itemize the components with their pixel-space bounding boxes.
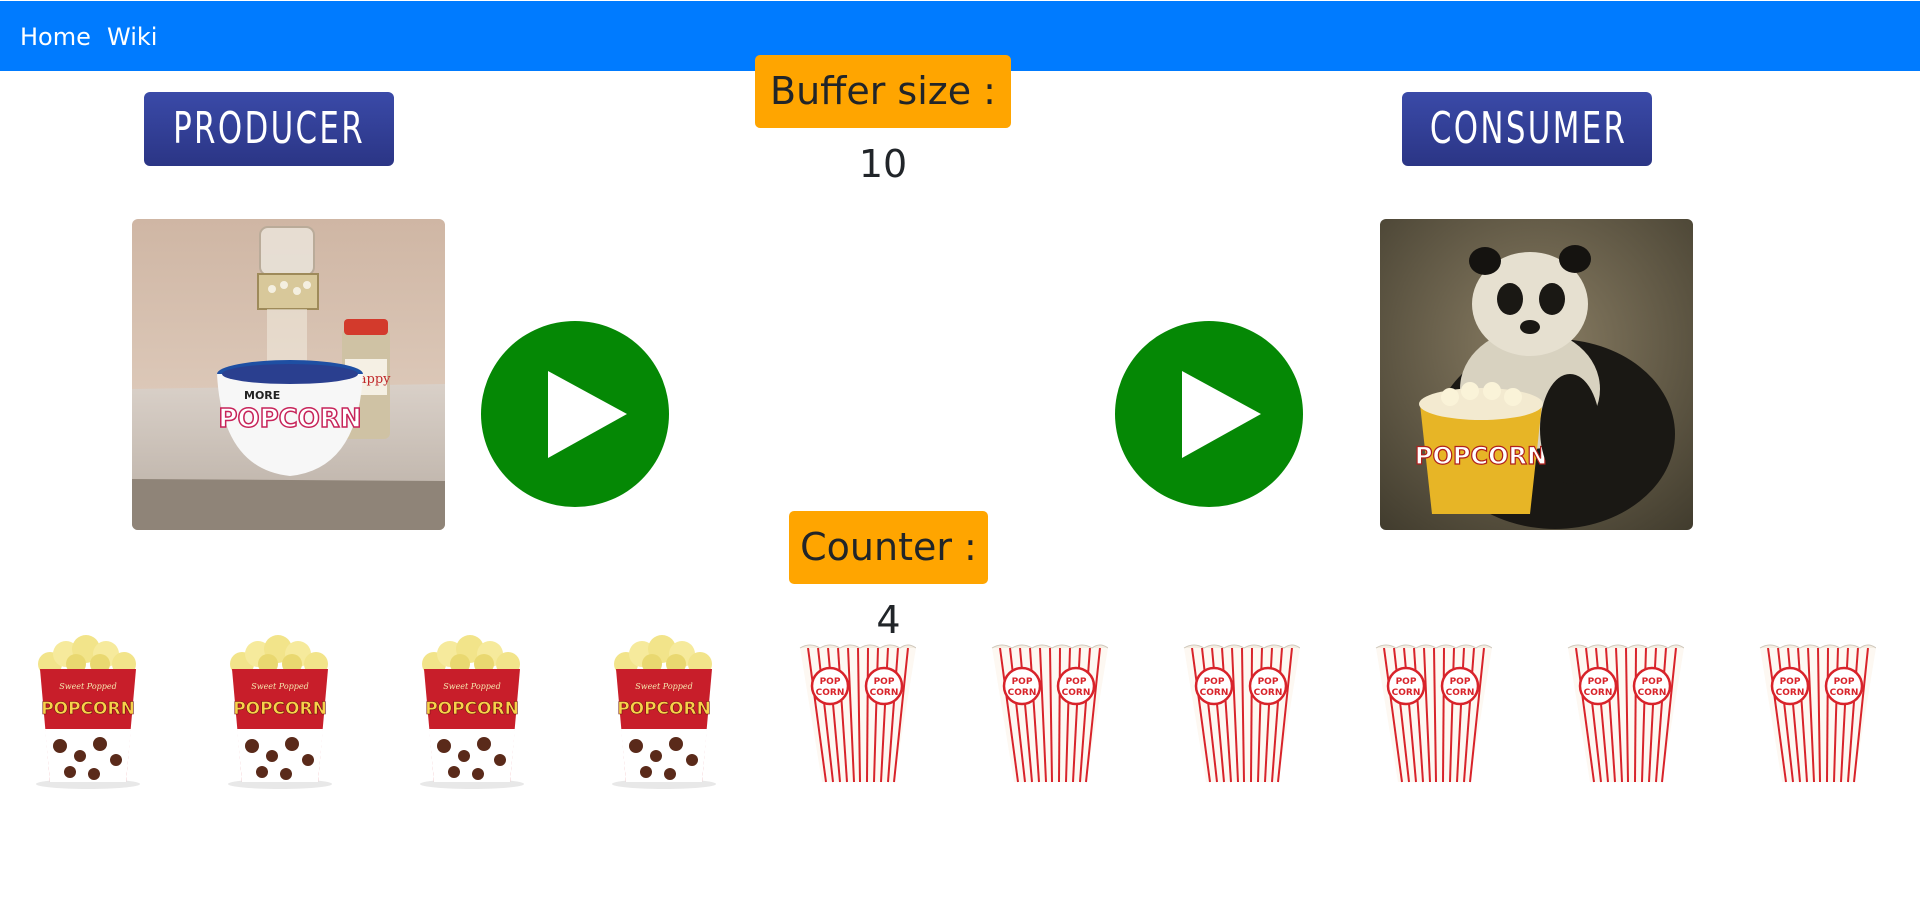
play-icon (548, 371, 627, 458)
svg-text:POP: POP (874, 677, 895, 687)
svg-text:Sweet Popped: Sweet Popped (251, 682, 309, 691)
svg-text:CORN: CORN (1008, 688, 1037, 698)
consumer-image: POPCORN (1380, 219, 1693, 530)
svg-text:CORN: CORN (816, 688, 845, 698)
svg-text:POP: POP (1588, 677, 1609, 687)
bowl-label: POPCORN (218, 404, 361, 434)
producer-image: Snappy MORE POPCORN (132, 219, 445, 530)
svg-text:POP: POP (1396, 677, 1417, 687)
filled-popcorn-bucket: Sweet Popped POPCORN (604, 634, 724, 790)
svg-text:CORN: CORN (1200, 688, 1229, 698)
svg-text:CORN: CORN (870, 688, 899, 698)
svg-text:CORN: CORN (1776, 688, 1805, 698)
svg-text:POP: POP (1780, 677, 1801, 687)
svg-text:CORN: CORN (1830, 688, 1859, 698)
svg-text:POP: POP (1834, 677, 1855, 687)
svg-text:Sweet Popped: Sweet Popped (635, 682, 693, 691)
bowl-prefix: MORE (244, 389, 280, 402)
filled-popcorn-bucket: Sweet Popped POPCORN (412, 634, 532, 790)
svg-text:POPCORN: POPCORN (617, 699, 711, 719)
counter-badge: Counter : 4 (789, 511, 988, 642)
svg-text:POP: POP (1066, 677, 1087, 687)
filled-popcorn-bucket: Sweet Popped POPCORN (28, 634, 148, 790)
filled-popcorn-bucket: Sweet Popped POPCORN (220, 634, 340, 790)
nav-home-link[interactable]: Home (20, 21, 91, 53)
svg-text:Sweet Popped: Sweet Popped (59, 682, 117, 691)
producer-play-button[interactable] (481, 321, 669, 507)
svg-text:CORN: CORN (1062, 688, 1091, 698)
svg-text:POP: POP (820, 677, 841, 687)
buffer-size-badge: Buffer size : 10 (755, 55, 1011, 186)
svg-text:CORN: CORN (1446, 688, 1475, 698)
svg-text:POPCORN: POPCORN (425, 699, 519, 719)
empty-popcorn-box: POP CORN POP CORN (988, 634, 1109, 790)
svg-text:POP: POP (1204, 677, 1225, 687)
svg-text:POP: POP (1012, 677, 1033, 687)
play-icon (1182, 371, 1261, 458)
consumer-label: CONSUMER (1429, 103, 1628, 154)
svg-text:CORN: CORN (1254, 688, 1283, 698)
svg-text:POPCORN: POPCORN (233, 699, 327, 719)
empty-popcorn-box: POP CORN POP CORN (1180, 634, 1301, 790)
empty-popcorn-box: POP CORN POP CORN (1756, 634, 1877, 790)
nav-wiki-link[interactable]: Wiki (107, 21, 157, 53)
empty-popcorn-box: POP CORN POP CORN (1564, 634, 1685, 790)
svg-text:CORN: CORN (1638, 688, 1667, 698)
consumer-label-button: CONSUMER (1402, 92, 1652, 166)
svg-text:POP: POP (1258, 677, 1279, 687)
empty-popcorn-box: POP CORN POP CORN (1372, 634, 1493, 790)
svg-text:POP: POP (1642, 677, 1663, 687)
consumer-play-button[interactable] (1115, 321, 1303, 507)
producer-label-button: PRODUCER (144, 92, 394, 166)
svg-text:CORN: CORN (1584, 688, 1613, 698)
svg-text:Sweet Popped: Sweet Popped (443, 682, 501, 691)
svg-text:POP: POP (1450, 677, 1471, 687)
empty-popcorn-box: POP CORN POP CORN (796, 634, 917, 790)
producer-label: PRODUCER (172, 103, 366, 154)
bucket-label: POPCORN (1415, 442, 1547, 470)
svg-text:POPCORN: POPCORN (41, 699, 135, 719)
svg-text:CORN: CORN (1392, 688, 1421, 698)
